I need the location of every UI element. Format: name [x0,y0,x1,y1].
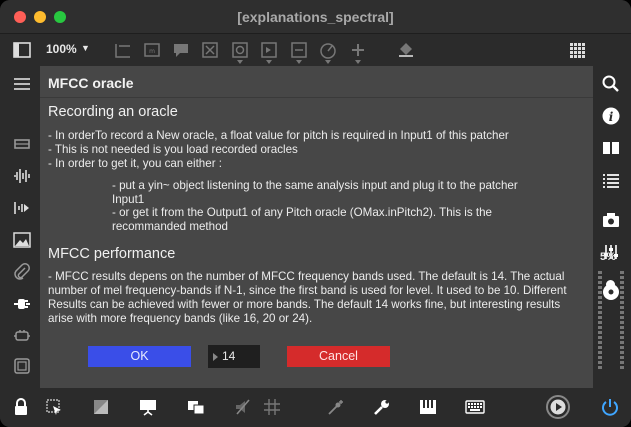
keyboard-icon[interactable] [465,397,485,417]
svg-text:m: m [149,48,155,55]
paperclip-icon[interactable] [12,262,32,282]
option-text: - or get it from the Output1 of any Pitc… [112,206,492,233]
presentation-icon[interactable] [12,198,32,218]
play-dial-icon[interactable] [545,394,571,420]
comment-icon[interactable] [171,40,191,60]
lock-icon[interactable] [11,397,31,417]
output-gain-slider[interactable] [606,280,615,289]
sidebar-toggle-icon[interactable] [12,40,32,60]
reference-book-icon[interactable] [601,138,621,158]
device-icon[interactable] [12,134,32,154]
power-icon[interactable] [600,397,620,417]
dial-object-icon[interactable] [318,40,338,60]
top-toolbar: 100% ▼ m [0,34,631,66]
cpu-percent: 5% [600,251,616,263]
section-heading-recording: Recording an oracle [48,104,178,120]
number-box-arrow-icon [213,353,218,361]
object-box-icon[interactable] [113,40,133,60]
number-object-menu-icon[interactable] [266,60,272,64]
snapshot-icon[interactable] [601,210,621,230]
performance-text: - MFCC results depens on the number of M… [48,270,567,325]
list-icon[interactable] [601,170,621,190]
number-object-icon[interactable] [259,40,279,60]
grid-view-icon[interactable] [568,40,588,60]
level-meter-right [620,271,624,381]
paint-bucket-icon[interactable] [396,40,416,60]
info-icon[interactable]: i [601,106,621,126]
text-line: - In orderTo record a New oracle, a floa… [48,129,509,142]
cancel-button[interactable]: Cancel [287,346,390,367]
slider-object-icon[interactable] [289,40,309,60]
section-heading-performance: MFCC performance [48,246,176,262]
select-cursor-icon[interactable] [44,397,64,417]
bottom-toolbar [0,388,631,427]
mute-icon[interactable] [233,397,253,417]
dial-object-menu-icon[interactable] [325,60,331,64]
svg-text:i: i [609,110,614,124]
bands-value: 14 [222,349,236,363]
text-line: - In order to get it, you can either : [48,157,222,170]
divider [40,97,593,98]
grid-snap-icon[interactable] [262,397,282,417]
frame-icon[interactable] [12,356,32,376]
text-line: - This is not needed is you load recorde… [48,143,298,156]
patcher-window: [explanations_spectral] 100% ▼ m MFCC or… [0,0,631,427]
add-object-icon[interactable] [348,40,368,60]
search-icon[interactable] [601,74,621,94]
new-view-icon[interactable] [186,397,206,417]
waveform-icon[interactable] [12,166,32,186]
bands-number-box[interactable]: 14 [208,345,260,368]
connector-icon[interactable] [12,326,32,346]
option-text: - put a yin~ object listening to the sam… [112,179,518,206]
window-title: [explanations_spectral] [237,9,394,25]
wrench-icon[interactable] [372,397,392,417]
presentation-mode-icon[interactable] [91,397,111,417]
fullscreen-presentation-icon[interactable] [138,397,158,417]
zoom-dropdown-icon[interactable]: ▼ [81,43,90,53]
image-icon[interactable] [12,230,32,250]
left-sidebar [0,66,40,388]
panel-title: MFCC oracle [48,75,134,91]
slider-object-menu-icon[interactable] [296,60,302,64]
button-object-menu-icon[interactable] [237,60,243,64]
ok-button[interactable]: OK [88,346,191,367]
hamburger-menu-icon[interactable] [12,74,32,94]
button-object-icon[interactable] [230,40,250,60]
toggle-object-icon[interactable] [200,40,220,60]
debug-probe-icon[interactable] [326,397,346,417]
level-meter-left [598,271,602,381]
zoom-level[interactable]: 100% [46,42,77,56]
add-object-menu-icon[interactable] [355,60,361,64]
message-box-icon[interactable]: m [142,40,162,60]
piano-keys-icon[interactable] [418,397,438,417]
title-bar: [explanations_spectral] [0,0,631,34]
mfcc-oracle-panel: MFCC oracle Recording an oracle - In ord… [40,66,593,388]
plug-icon[interactable] [12,294,32,314]
